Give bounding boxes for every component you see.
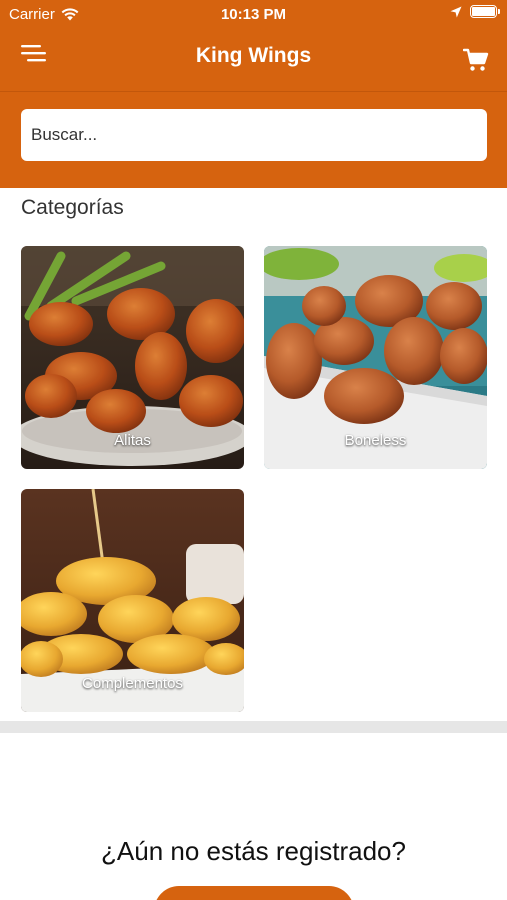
- search-input[interactable]: [21, 109, 487, 161]
- battery-icon: [470, 5, 500, 18]
- navbar-divider: [0, 91, 507, 92]
- location-arrow-icon: [450, 6, 462, 17]
- register-prompt: ¿Aún no estás registrado?: [101, 836, 406, 866]
- app-title: King Wings: [195, 44, 312, 67]
- navigation-bar: King Wings: [0, 30, 507, 90]
- category-card-complementos[interactable]: Complementos: [21, 489, 244, 712]
- status-time: 10:13 PM: [220, 6, 287, 23]
- category-card-boneless[interactable]: Boneless: [264, 246, 487, 469]
- category-label: Alitas: [114, 432, 151, 449]
- cart-button[interactable]: [462, 48, 489, 72]
- categories-heading: Categorías: [21, 196, 124, 219]
- category-card-alitas[interactable]: Alitas: [21, 246, 244, 469]
- cart-icon: [462, 48, 489, 71]
- category-label: Boneless: [344, 432, 407, 449]
- register-button[interactable]: [154, 886, 354, 900]
- status-bar: Carrier 10:13 PM: [0, 0, 507, 30]
- category-label: Complementos: [82, 675, 183, 692]
- section-divider: [0, 721, 507, 733]
